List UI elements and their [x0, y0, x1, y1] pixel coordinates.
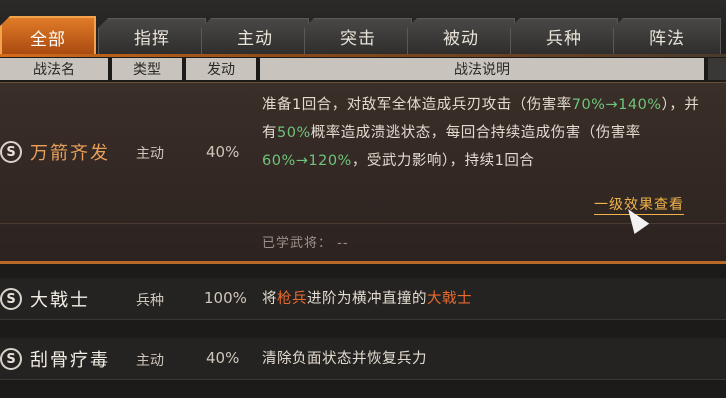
- tab-underline: [0, 54, 726, 57]
- tactic-type: 兵种: [136, 293, 164, 309]
- skill-icon: S: [0, 348, 22, 370]
- tactic-name: 大戟士: [30, 290, 90, 311]
- tactic-name: 万箭齐发: [30, 143, 110, 164]
- tactic-rate: 40%: [206, 349, 240, 367]
- header-type: 类型: [112, 58, 184, 80]
- description-text: 枪兵: [277, 291, 307, 307]
- tactic-row[interactable]: S 刮骨疗毒 主动 40% 清除负面状态并恢复兵力: [0, 338, 726, 380]
- divider: [0, 223, 726, 224]
- header-name: 战法名: [0, 58, 110, 80]
- header-description: 战法说明: [260, 58, 706, 80]
- tactic-row[interactable]: S 大戟士 兵种 100% 将枪兵进阶为横冲直撞的大戟士: [0, 278, 726, 320]
- tab-active[interactable]: 主动: [201, 18, 309, 54]
- description-text: 准备1回合，对敌军全体造成兵刃攻击（伤害率: [262, 97, 572, 113]
- description-text: ，受武力影响），持续1回合: [351, 153, 535, 169]
- tactic-type: 主动: [136, 353, 164, 369]
- header-rate: 发动: [186, 58, 258, 80]
- tactic-description: 将枪兵进阶为横冲直撞的大戟士: [262, 285, 708, 313]
- tactic-description: 准备1回合，对敌军全体造成兵刃攻击（伤害率70%→140%），并有50%概率造成…: [262, 91, 708, 175]
- learned-generals: 已学武将： --: [262, 236, 349, 251]
- description-text: 50%: [277, 125, 311, 141]
- tab-troop-type[interactable]: 兵种: [510, 18, 618, 54]
- tactic-rate: 100%: [204, 289, 247, 307]
- tab-all[interactable]: 全部: [0, 16, 96, 56]
- scrollbar[interactable]: [708, 58, 726, 80]
- tab-passive[interactable]: 被动: [407, 18, 515, 54]
- description-text: 将: [262, 291, 277, 307]
- tab-assault[interactable]: 突击: [304, 18, 412, 54]
- skill-icon: S: [0, 141, 22, 163]
- tab-formation[interactable]: 阵法: [613, 18, 721, 54]
- skill-icon: S: [0, 288, 22, 310]
- description-text: 清除负面状态并恢复兵力: [262, 351, 427, 367]
- tactic-type: 主动: [136, 146, 164, 162]
- description-text: 70%→140%: [571, 97, 662, 113]
- tab-bar: 全部 指挥 主动 突击 被动 兵种 阵法: [0, 0, 726, 56]
- tactic-rate: 40%: [206, 143, 240, 161]
- description-text: 60%→120%: [262, 153, 352, 169]
- tactic-description: 清除负面状态并恢复兵力: [262, 345, 708, 373]
- tactic-row-expanded[interactable]: S 万箭齐发 主动 40% 准备1回合，对敌军全体造成兵刃攻击（伤害率70%→1…: [0, 82, 726, 264]
- tab-command[interactable]: 指挥: [98, 18, 206, 54]
- tactic-name: 刮骨疗毒: [30, 350, 110, 371]
- description-text: 大戟士: [427, 291, 472, 307]
- description-text: 进阶为横冲直撞的: [307, 291, 427, 307]
- description-text: 概率造成溃逃状态，每回合持续造成伤害（伤害率: [310, 125, 641, 141]
